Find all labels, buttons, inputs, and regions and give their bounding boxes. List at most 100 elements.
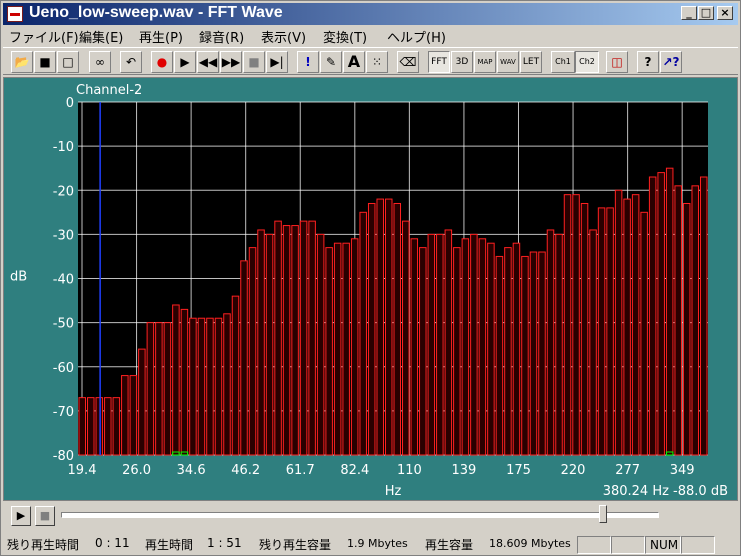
zoom-glasses-icon[interactable]: ∞	[89, 51, 111, 73]
pencil-icon[interactable]: ✎	[320, 51, 342, 73]
spectrum-bar	[316, 233, 325, 456]
spectrum-bar	[691, 185, 699, 456]
record-icon[interactable]: ●	[151, 51, 173, 73]
spectrum-bar	[436, 233, 444, 456]
menu-edit[interactable]: 編集(E)	[79, 27, 123, 46]
wav-view-button[interactable]: WAV	[497, 51, 519, 73]
x-tick-label: 110	[397, 463, 422, 478]
spectrum-bar	[197, 317, 206, 456]
spectrum-bar	[665, 167, 674, 456]
spectrum-bar	[299, 220, 308, 456]
maximize-button[interactable]: □	[698, 6, 714, 20]
y-tick-label: 0	[66, 96, 74, 111]
position-slider-thumb[interactable]	[599, 505, 608, 523]
menu-record[interactable]: 録音(R)	[199, 27, 244, 46]
menu-file[interactable]: ファイル(F)	[9, 27, 79, 46]
spectrum-bar	[367, 202, 376, 456]
spectrum-bar	[163, 322, 172, 456]
spectrum-bar	[248, 247, 257, 456]
x-tick-label: 19.4	[68, 463, 97, 478]
menu-play[interactable]: 再生(P)	[139, 27, 183, 46]
play-button[interactable]: ▶	[11, 506, 31, 526]
y-tick-label: -60	[53, 361, 74, 376]
spectrum-bar	[240, 260, 248, 456]
spectrum-bar	[274, 220, 282, 456]
stop-icon[interactable]: ■	[243, 51, 265, 73]
level-meter-icon[interactable]: ◫	[606, 51, 628, 73]
fft-view-button[interactable]: FFT	[428, 51, 450, 73]
status-panel-1	[577, 536, 611, 554]
menu-convert[interactable]: 変換(T)	[323, 27, 367, 46]
channel-2-button[interactable]: Ch2	[575, 51, 599, 73]
eraser-icon[interactable]: ⌫	[397, 51, 419, 73]
spectrum-bar	[453, 247, 461, 456]
spectrum-bar	[563, 194, 572, 456]
let-view-button[interactable]: LET	[520, 51, 542, 73]
app-icon	[7, 6, 23, 22]
spectrum-bar	[308, 220, 316, 456]
spectrum-bar	[87, 397, 95, 456]
3d-view-button[interactable]: 3D	[451, 51, 473, 73]
print-preview-icon[interactable]: □	[57, 51, 79, 73]
skip-end-icon[interactable]: ▶|	[266, 51, 288, 73]
remain-capacity-value: 1.9 Mbytes	[347, 537, 408, 550]
spectrum-bar	[214, 317, 223, 456]
spectrum-bar	[206, 317, 214, 456]
fast-forward-icon[interactable]: ▶▶	[220, 51, 242, 73]
x-tick-label: 61.7	[286, 463, 315, 478]
info-icon[interactable]: !	[297, 51, 319, 73]
spectrum-bar	[623, 198, 631, 456]
spectrum-bar	[172, 304, 180, 456]
spectrum-bar	[265, 233, 274, 456]
spectrum-bar	[393, 202, 402, 456]
map-view-button[interactable]: MAP	[474, 51, 496, 73]
spectrum-bar	[495, 255, 504, 456]
spectrum-bar	[291, 225, 299, 456]
play-icon[interactable]: ▶	[174, 51, 196, 73]
num-lock-indicator: NUM	[645, 536, 681, 554]
x-tick-label: 349	[670, 463, 695, 478]
y-tick-label: -80	[53, 449, 74, 464]
spectrum-bar	[146, 322, 155, 456]
spectrum-bar	[504, 247, 512, 456]
menu-help[interactable]: ヘルプ(H)	[387, 27, 446, 46]
spectrum-bar	[640, 211, 648, 456]
menu-bar: ファイル(F) 編集(E) 再生(P) 録音(R) 表示(V) 変換(T) ヘル…	[3, 25, 738, 46]
title-bar[interactable]: Ueno_low-sweep.wav - FFT Wave _ □ ×	[3, 3, 738, 25]
spectrum-bar	[546, 229, 555, 456]
open-folder-icon[interactable]: 📂	[11, 51, 33, 73]
fft-spectrum-chart[interactable]: Channel-20 -10 -20 -30 -40 -50 -60 -70 -8019.4 26…	[4, 78, 737, 500]
text-icon[interactable]: A	[343, 51, 365, 73]
spectrum-bar	[282, 225, 291, 456]
x-tick-label: 277	[615, 463, 640, 478]
fft-plot-panel[interactable]: Channel-2 0 -10 -20 -30 -40 -50 -60 -70 -80 19.4 26…	[3, 77, 738, 501]
spectrum-bar	[257, 229, 265, 456]
status-panel-2	[611, 536, 645, 554]
toolbar: 📂 ■ □ ∞ ↶ ● ▶ ◀◀ ▶▶ ■ ▶| ! ✎ A ⁙ ⌫ FFT 3…	[3, 47, 738, 75]
channel-1-button[interactable]: Ch1	[551, 51, 575, 73]
app-window: Ueno_low-sweep.wav - FFT Wave _ □ × ファイル…	[0, 0, 741, 556]
spectrum-bar	[325, 247, 333, 456]
spectrum-bar	[333, 242, 342, 456]
close-button[interactable]: ×	[717, 6, 733, 20]
spectrum-bar	[180, 308, 189, 456]
spectrum-bar	[95, 397, 104, 456]
menu-view[interactable]: 表示(V)	[261, 27, 306, 46]
save-icon[interactable]: ■	[34, 51, 56, 73]
position-slider-track[interactable]	[61, 512, 659, 518]
x-tick-label: 46.2	[231, 463, 260, 478]
spectrum-bar	[699, 176, 708, 456]
context-help-icon[interactable]: ↗?	[660, 51, 682, 73]
undo-icon[interactable]: ↶	[120, 51, 142, 73]
grid-icon[interactable]: ⁙	[366, 51, 388, 73]
rewind-icon[interactable]: ◀◀	[197, 51, 219, 73]
help-icon[interactable]: ?	[637, 51, 659, 73]
remain-play-time-label: 残り再生時間	[7, 538, 80, 552]
status-bar: 残り再生時間 0 : 11 再生時間 1 : 51 残り再生容量 1.9 Mby…	[3, 532, 738, 554]
remain-play-time-value: 0 : 11	[95, 536, 130, 550]
spectrum-bar	[589, 229, 597, 456]
stop-button[interactable]: ■	[35, 506, 55, 526]
minimize-button[interactable]: _	[681, 6, 697, 20]
cursor-readout: 380.24 Hz -88.0 dB	[603, 484, 728, 499]
window-title: Ueno_low-sweep.wav - FFT Wave	[29, 4, 283, 21]
